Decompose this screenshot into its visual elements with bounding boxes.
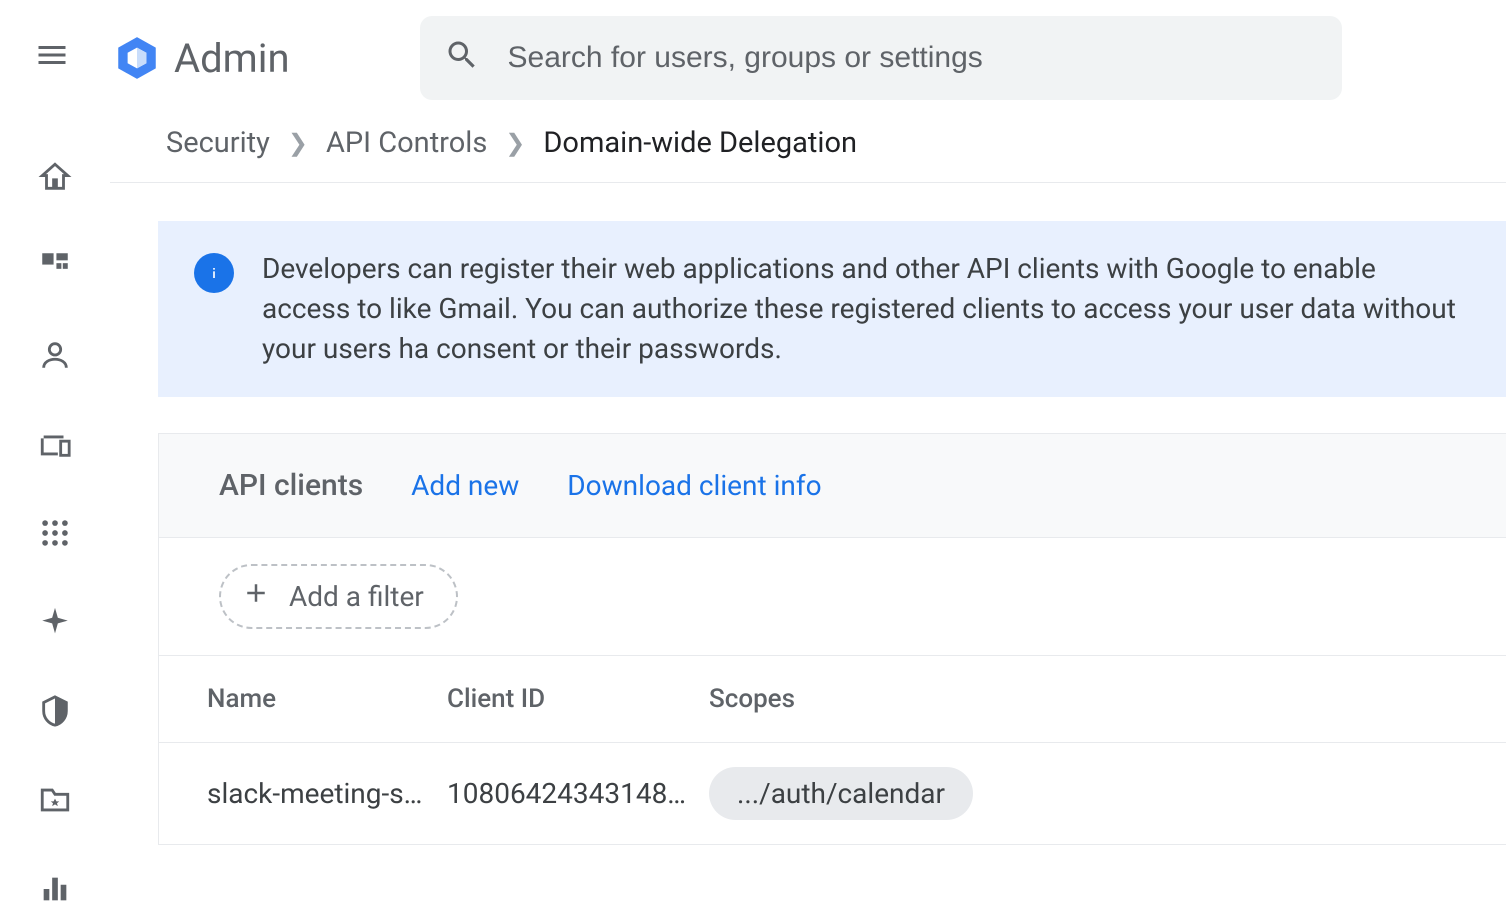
search-icon: [444, 37, 480, 80]
app-title: Admin: [174, 35, 290, 82]
cell-scopes: .../auth/calendar: [709, 767, 1458, 820]
breadcrumb: Security ❯ API Controls ❯ Domain-wide De…: [110, 116, 1506, 183]
menu-button[interactable]: [28, 34, 76, 82]
folder-star-icon: [38, 783, 72, 824]
sparkle-icon: [38, 605, 72, 646]
sidebar-item-users[interactable]: [34, 338, 76, 379]
info-text: Developers can register their web applic…: [262, 249, 1470, 369]
search-input[interactable]: [508, 41, 1318, 75]
chevron-right-icon: ❯: [288, 129, 308, 157]
person-icon: [38, 338, 72, 379]
api-clients-card: API clients Add new Download client info…: [158, 433, 1506, 845]
card-header: API clients Add new Download client info: [159, 434, 1506, 538]
devices-icon: [38, 427, 72, 468]
info-icon: [194, 253, 234, 293]
app-header: Admin: [0, 0, 1506, 116]
main: Security ❯ API Controls ❯ Domain-wide De…: [110, 116, 1506, 876]
sidebar-item-dashboard[interactable]: [34, 249, 76, 290]
bar-chart-icon: [38, 872, 72, 913]
dashboard-icon: [38, 249, 72, 290]
add-filter-chip[interactable]: Add a filter: [219, 564, 458, 629]
add-new-button[interactable]: Add new: [411, 469, 519, 502]
brand[interactable]: Admin: [112, 33, 290, 83]
shield-icon: [38, 694, 72, 735]
hamburger-icon: [34, 37, 70, 80]
col-header-name[interactable]: Name: [207, 684, 447, 714]
admin-logo-icon: [112, 33, 162, 83]
chevron-right-icon: ❯: [505, 129, 525, 157]
sidebar: [0, 116, 110, 876]
search-bar[interactable]: [420, 16, 1342, 100]
card-title: API clients: [219, 468, 363, 503]
sidebar-item-apps[interactable]: [34, 516, 76, 557]
sidebar-item-security[interactable]: [34, 694, 76, 735]
sidebar-item-devices[interactable]: [34, 427, 76, 468]
cell-name: slack-meeting-s…: [207, 777, 447, 810]
apps-icon: [38, 516, 72, 557]
filter-row: Add a filter: [159, 538, 1506, 656]
home-icon: [38, 160, 72, 201]
plus-icon: [241, 578, 271, 615]
breadcrumb-link-security[interactable]: Security: [166, 126, 270, 160]
scope-chip[interactable]: .../auth/calendar: [709, 767, 973, 820]
sidebar-item-reports[interactable]: [34, 872, 76, 913]
col-header-scopes[interactable]: Scopes: [709, 684, 1458, 714]
sidebar-item-rules[interactable]: [34, 783, 76, 824]
content: Developers can register their web applic…: [110, 183, 1506, 845]
layout: Security ❯ API Controls ❯ Domain-wide De…: [0, 116, 1506, 876]
download-client-info-button[interactable]: Download client info: [567, 469, 821, 502]
breadcrumb-link-api-controls[interactable]: API Controls: [326, 126, 487, 160]
add-filter-label: Add a filter: [289, 580, 424, 613]
col-header-clientid[interactable]: Client ID: [447, 684, 709, 714]
cell-clientid: 10806424343148…: [447, 777, 709, 810]
info-banner: Developers can register their web applic…: [158, 221, 1506, 397]
sidebar-item-home[interactable]: [34, 160, 76, 201]
table-header: Name Client ID Scopes: [159, 656, 1506, 743]
sidebar-item-ai[interactable]: [34, 605, 76, 646]
table-row[interactable]: slack-meeting-s… 10806424343148… .../aut…: [159, 743, 1506, 844]
breadcrumb-current: Domain-wide Delegation: [543, 126, 857, 160]
